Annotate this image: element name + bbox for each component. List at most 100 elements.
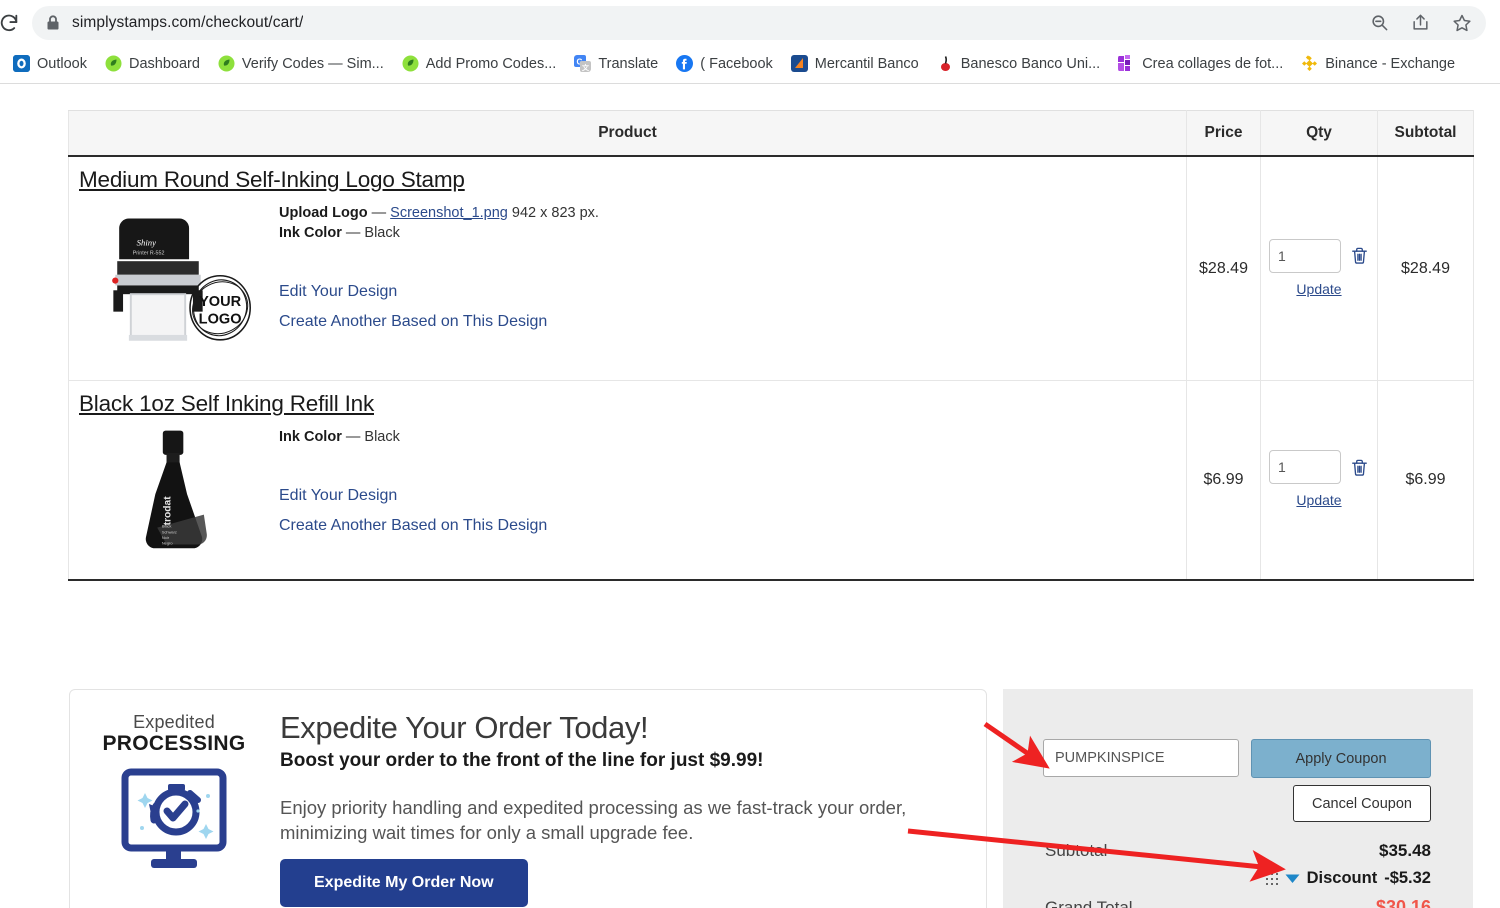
- address-bar-url: simplystamps.com/checkout/cart/: [72, 13, 304, 31]
- svg-text:文: 文: [582, 63, 590, 72]
- coupon-buttons: Apply Coupon Cancel Coupon: [1251, 739, 1431, 822]
- leaf-icon: [402, 55, 419, 72]
- product-cell: Black 1oz Self Inking Refill Ink trodat: [68, 380, 1187, 581]
- expedite-my-order-button[interactable]: Expedite My Order Now: [280, 859, 528, 907]
- quantity-input[interactable]: [1269, 450, 1341, 484]
- browser-toolbar: simplystamps.com/checkout/cart/: [0, 0, 1500, 45]
- cancel-coupon-button[interactable]: Cancel Coupon: [1293, 785, 1431, 822]
- product-name-link[interactable]: Black 1oz Self Inking Refill Ink: [79, 391, 374, 417]
- bookmark-label: ( Facebook: [700, 55, 773, 72]
- bookmark-label: Dashboard: [128, 55, 200, 72]
- expedited-processing-logo: Expedited PROCESSING: [70, 704, 278, 879]
- edit-design-link[interactable]: Edit Your Design: [279, 487, 1186, 505]
- bookmark-label: Outlook: [37, 55, 87, 72]
- svg-text:LOGO: LOGO: [198, 311, 241, 327]
- browser-chrome: simplystamps.com/checkout/cart/ Outlook …: [0, 0, 1500, 84]
- bookmark-facebook[interactable]: ( Facebook: [667, 51, 782, 76]
- facebook-icon: [676, 55, 694, 72]
- leaf-icon: [105, 55, 122, 72]
- order-summary-panel: Apply Coupon Cancel Coupon Subtotal $35.…: [1003, 689, 1473, 908]
- bookmark-star-icon[interactable]: [1452, 13, 1472, 33]
- trash-icon[interactable]: [1350, 457, 1369, 478]
- address-bar[interactable]: simplystamps.com/checkout/cart/: [32, 5, 1486, 40]
- option-label: Ink Color: [279, 225, 342, 241]
- product-subtotal: $28.49: [1377, 156, 1474, 381]
- bookmark-label: Mercantil Banco: [814, 55, 919, 72]
- svg-text:trodat: trodat: [162, 496, 173, 526]
- monitor-stopwatch-icon: [118, 766, 230, 879]
- round-self-inking-stamp-image: Shiny Printer R-552 YOUR LOGO: [79, 197, 269, 366]
- product-name-link[interactable]: Medium Round Self-Inking Logo Stamp: [79, 167, 465, 193]
- outlook-icon: [13, 55, 30, 72]
- product-option-upload-logo: Upload Logo — Screenshot_1.png 942 x 823…: [279, 203, 1186, 223]
- svg-text:Black: Black: [162, 524, 172, 529]
- mercantil-icon: [790, 55, 808, 72]
- expedited-logo-bottom-text: PROCESSING: [102, 732, 246, 755]
- lock-icon: [46, 14, 60, 31]
- expedite-subheading: Boost your order to the front of the lin…: [280, 750, 764, 771]
- svg-text:Noir: Noir: [162, 535, 170, 540]
- option-value: Black: [364, 225, 400, 241]
- cart-page: Product Price Qty Subtotal Medium Round …: [0, 84, 1500, 908]
- table-row: Medium Round Self-Inking Logo Stamp Shin…: [68, 156, 1474, 381]
- product-option-ink-color: Ink Color — Black: [279, 223, 1186, 243]
- coupon-code-input[interactable]: [1043, 739, 1239, 777]
- grand-total-value: $30.16: [1375, 897, 1431, 908]
- ink-refill-bottle-image: trodat Black Schwarz Noir Negro: [79, 421, 269, 565]
- share-icon[interactable]: [1411, 13, 1430, 32]
- cart-table: Product Price Qty Subtotal Medium Round …: [68, 110, 1474, 581]
- bookmark-outlook[interactable]: Outlook: [4, 51, 96, 76]
- bookmark-crea-collages[interactable]: Crea collages de fot...: [1109, 51, 1292, 76]
- bookmark-dashboard[interactable]: Dashboard: [96, 51, 209, 76]
- svg-text:Negro: Negro: [162, 540, 173, 545]
- option-label: Upload Logo: [279, 205, 368, 221]
- leaf-icon: [218, 55, 235, 72]
- option-dash: —: [345, 225, 361, 241]
- google-translate-icon: G文: [574, 55, 592, 72]
- bookmark-label: Banesco Banco Uni...: [960, 55, 1101, 72]
- column-header-subtotal: Subtotal: [1377, 110, 1474, 157]
- bookmark-banesco[interactable]: Banesco Banco Uni...: [928, 51, 1109, 76]
- omnibox-actions: [1356, 13, 1472, 33]
- update-quantity-link[interactable]: Update: [1296, 281, 1341, 297]
- bookmark-binance[interactable]: Binance - Exchange: [1292, 51, 1464, 76]
- product-price: $28.49: [1186, 156, 1261, 381]
- create-another-link[interactable]: Create Another Based on This Design: [279, 313, 1186, 331]
- subtotal-label: Subtotal: [1045, 841, 1108, 860]
- cart-table-header-row: Product Price Qty Subtotal: [68, 110, 1474, 157]
- bookmark-mercantil-banco[interactable]: Mercantil Banco: [782, 51, 928, 76]
- bookmark-label: Add Promo Codes...: [425, 55, 557, 72]
- quantity-input[interactable]: [1269, 238, 1341, 273]
- expedited-logo-top-text: Expedited: [133, 712, 215, 732]
- option-value: Black: [364, 429, 400, 445]
- bookmark-label: Verify Codes — Sim...: [241, 55, 384, 72]
- binance-icon: [1301, 55, 1318, 72]
- caret-down-icon[interactable]: [1285, 873, 1300, 884]
- product-cell: Medium Round Self-Inking Logo Stamp Shin…: [68, 156, 1187, 381]
- discount-row[interactable]: Discount -$5.32: [1045, 869, 1431, 888]
- grid-handle-icon[interactable]: [1265, 872, 1278, 885]
- collage-icon: [1118, 55, 1135, 72]
- bookmark-label: Translate: [598, 55, 659, 72]
- edit-design-link[interactable]: Edit Your Design: [279, 283, 1186, 301]
- option-dash: —: [371, 205, 387, 221]
- bookmark-translate[interactable]: G文 Translate: [565, 51, 667, 76]
- uploaded-file-link[interactable]: Screenshot_1.png: [390, 205, 508, 221]
- update-quantity-link[interactable]: Update: [1296, 492, 1341, 508]
- create-another-link[interactable]: Create Another Based on This Design: [279, 517, 1186, 535]
- bookmark-verify-codes[interactable]: Verify Codes — Sim...: [209, 51, 393, 76]
- bookmarks-bar: Outlook Dashboard Verify Codes — Sim... …: [0, 45, 1500, 82]
- apply-coupon-button[interactable]: Apply Coupon: [1251, 739, 1431, 778]
- table-row: Black 1oz Self Inking Refill Ink trodat: [68, 380, 1474, 581]
- trash-icon[interactable]: [1350, 245, 1369, 266]
- column-header-product: Product: [68, 110, 1187, 157]
- reload-icon[interactable]: [0, 6, 26, 40]
- product-price: $6.99: [1186, 380, 1261, 581]
- expedite-body-text: Enjoy priority handling and expedited pr…: [280, 797, 907, 843]
- bookmark-label: Crea collages de fot...: [1142, 55, 1284, 72]
- bookmark-add-promo-codes[interactable]: Add Promo Codes...: [393, 51, 566, 76]
- totals-section: Subtotal $35.48 Discount -$5.32 Grand To…: [1003, 822, 1473, 908]
- svg-text:Schwarz: Schwarz: [162, 529, 177, 534]
- zoom-out-icon[interactable]: [1370, 13, 1389, 32]
- product-qty-cell: Update: [1260, 380, 1378, 581]
